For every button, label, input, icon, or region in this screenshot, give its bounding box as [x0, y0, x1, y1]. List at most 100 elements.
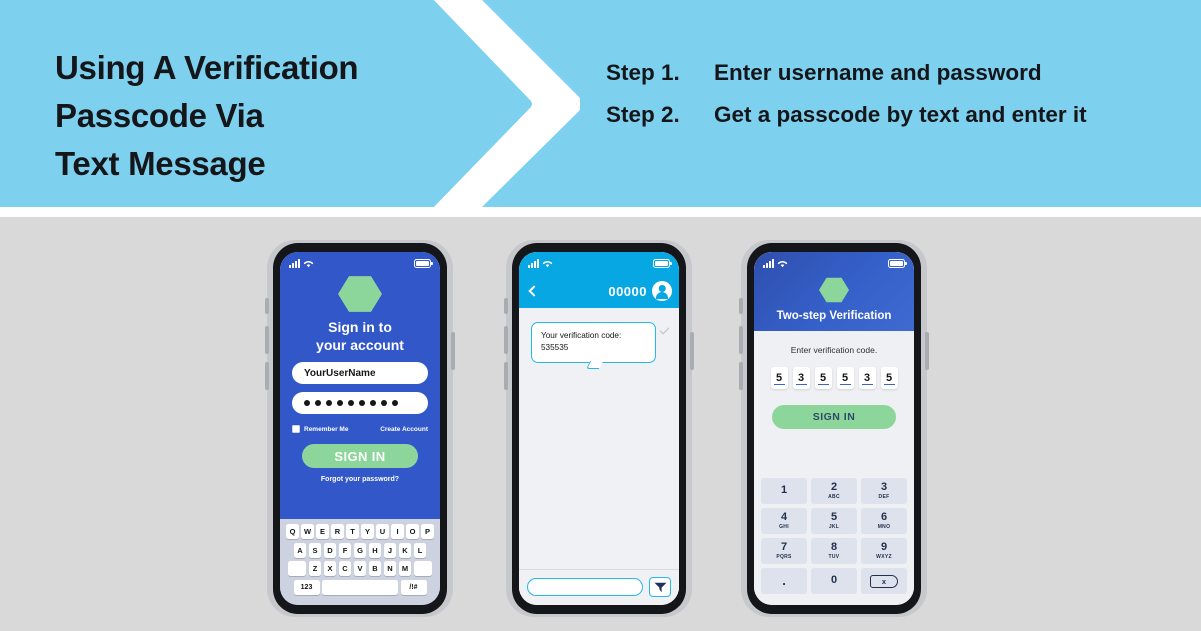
- key-numbers[interactable]: 123: [293, 579, 320, 595]
- key-m[interactable]: M: [398, 561, 412, 576]
- contact-number: 00000: [608, 283, 647, 299]
- backspace-icon: x: [870, 574, 898, 588]
- otp-digit-5[interactable]: 3: [858, 367, 876, 389]
- keypad-key-2[interactable]: 2 ABC: [811, 478, 857, 504]
- keypad-letters: DEF: [878, 494, 890, 501]
- key-s[interactable]: S: [308, 542, 322, 558]
- key-backspace[interactable]: [413, 561, 432, 576]
- key-g[interactable]: G: [353, 542, 367, 558]
- step-label: Step 1.: [606, 60, 680, 85]
- username-input[interactable]: YourUserName: [292, 362, 428, 384]
- key-c[interactable]: C: [338, 561, 352, 576]
- key-y[interactable]: Y: [361, 524, 374, 539]
- phone-button-power[interactable]: [690, 332, 694, 370]
- status-left: [528, 258, 553, 268]
- phone-button-volume-up[interactable]: [265, 326, 269, 354]
- signal-bars-icon: [763, 258, 774, 268]
- key-v[interactable]: V: [353, 561, 367, 576]
- key-u[interactable]: U: [376, 524, 389, 539]
- key-l[interactable]: L: [413, 542, 427, 558]
- keypad-letters: JKL: [828, 524, 840, 531]
- send-icon: [654, 582, 666, 592]
- key-o[interactable]: O: [406, 524, 419, 539]
- key-j[interactable]: J: [383, 542, 397, 558]
- phone-button-volume-up[interactable]: [739, 326, 743, 354]
- phones-stage: Sign in to your account YourUserName Rem…: [0, 217, 1201, 631]
- key-d[interactable]: D: [323, 542, 337, 558]
- status-bar: [280, 252, 440, 274]
- chevron-left-icon[interactable]: [528, 285, 540, 297]
- key-e[interactable]: E: [316, 524, 329, 539]
- signin-button[interactable]: SIGN IN: [302, 444, 418, 468]
- messages-navbar: 00000: [519, 274, 679, 308]
- person-avatar-icon[interactable]: [652, 281, 672, 301]
- key-i[interactable]: I: [391, 524, 404, 539]
- key-p[interactable]: P: [421, 524, 434, 539]
- keypad-letters: PQRS: [776, 554, 792, 561]
- phone-button-volume-down[interactable]: [265, 362, 269, 390]
- phone-screen-signin: Sign in to your account YourUserName Rem…: [280, 252, 440, 605]
- key-a[interactable]: A: [293, 542, 307, 558]
- keypad-key-7[interactable]: 7 PQRS: [761, 538, 807, 564]
- phone-button-volume-up[interactable]: [504, 326, 508, 354]
- otp-digit-6[interactable]: 5: [880, 367, 898, 389]
- password-input[interactable]: [292, 392, 428, 414]
- page-title-line-1: Using A Verification: [55, 49, 359, 86]
- keypad-number: 5: [830, 510, 838, 523]
- forgot-password-link[interactable]: Forgot your password?: [280, 476, 440, 483]
- step-text: Enter username and password: [714, 60, 1042, 85]
- key-f[interactable]: F: [338, 542, 352, 558]
- key-r[interactable]: R: [331, 524, 344, 539]
- phone-button-volume-down[interactable]: [739, 362, 743, 390]
- key-z[interactable]: Z: [308, 561, 322, 576]
- header-banner: Using A Verification Passcode Via Text M…: [0, 0, 1201, 207]
- page-title-line-3: Text Message: [55, 144, 266, 182]
- key-k[interactable]: K: [398, 542, 412, 558]
- phone-button-power[interactable]: [451, 332, 455, 370]
- signin-options-row: Remember Me Create Account: [292, 425, 428, 433]
- key-h[interactable]: H: [368, 542, 382, 558]
- keypad-number: 2: [830, 480, 838, 493]
- key-space[interactable]: [322, 579, 398, 595]
- key-symbols[interactable]: /!#: [400, 579, 427, 595]
- otp-digit-2[interactable]: 3: [792, 367, 810, 389]
- twostep-signin-button[interactable]: SIGN IN: [772, 405, 896, 429]
- remember-me-label: Remember Me: [304, 425, 349, 433]
- keypad-letters: WXYZ: [876, 554, 892, 561]
- keypad-key-0[interactable]: 0: [811, 568, 857, 594]
- keypad-key-8[interactable]: 8 TUV: [811, 538, 857, 564]
- keypad-key-4[interactable]: 4 GHI: [761, 508, 807, 534]
- bubble-tail: [585, 360, 604, 369]
- keypad-key-3[interactable]: 3 DEF: [861, 478, 907, 504]
- phone-button-volume-down[interactable]: [504, 362, 508, 390]
- send-button[interactable]: [649, 577, 671, 597]
- key-b[interactable]: B: [368, 561, 382, 576]
- keypad-number: .: [782, 573, 786, 589]
- otp-digit-1[interactable]: 5: [770, 367, 788, 389]
- key-n[interactable]: N: [383, 561, 397, 576]
- phone-button-mute[interactable]: [504, 298, 508, 314]
- phone-button-mute[interactable]: [265, 298, 269, 314]
- contact-header: 00000: [608, 281, 672, 301]
- key-w[interactable]: W: [301, 524, 314, 539]
- key-shift[interactable]: [288, 561, 307, 576]
- keypad-key-1[interactable]: 1: [761, 478, 807, 504]
- otp-digit-3[interactable]: 5: [814, 367, 832, 389]
- key-t[interactable]: T: [346, 524, 359, 539]
- keypad-key-9[interactable]: 9 WXYZ: [861, 538, 907, 564]
- phone-button-power[interactable]: [925, 332, 929, 370]
- key-x[interactable]: X: [323, 561, 337, 576]
- keypad-key-delete[interactable]: x: [861, 568, 907, 594]
- phone-button-mute[interactable]: [739, 298, 743, 314]
- keypad-key-dot[interactable]: .: [761, 568, 807, 594]
- otp-digit-4[interactable]: 5: [836, 367, 854, 389]
- create-account-link[interactable]: Create Account: [380, 426, 428, 433]
- keypad-key-5[interactable]: 5 JKL: [811, 508, 857, 534]
- wifi-icon: [542, 260, 553, 267]
- key-q[interactable]: Q: [286, 524, 299, 539]
- signin-heading: Sign in to your account: [280, 319, 440, 354]
- keypad-key-6[interactable]: 6 MNO: [861, 508, 907, 534]
- remember-me-checkbox[interactable]: Remember Me: [292, 425, 348, 433]
- twostep-prompt: Enter verification code.: [790, 345, 878, 355]
- message-input[interactable]: [527, 578, 643, 596]
